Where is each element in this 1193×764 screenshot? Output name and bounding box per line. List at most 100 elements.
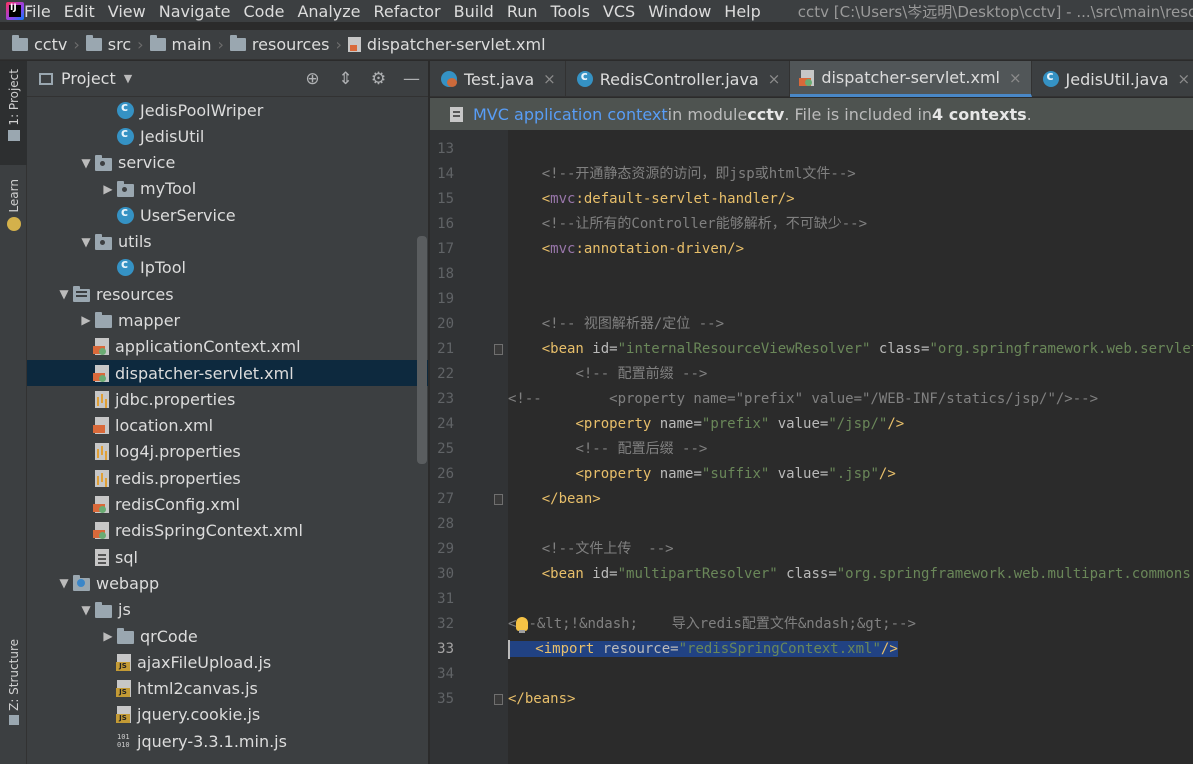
tree-item[interactable]: ▼ utils xyxy=(27,229,428,255)
collapse-arrow-icon[interactable]: ▶ xyxy=(99,182,117,196)
tool-tab-learn[interactable]: Learn xyxy=(0,173,27,237)
tree-item[interactable]: ▼ service xyxy=(27,150,428,176)
tree-item[interactable]: ▼ js xyxy=(27,597,428,623)
close-tab-icon[interactable]: × xyxy=(1009,69,1022,87)
editor-tab[interactable]: JedisUtil.java × xyxy=(1032,61,1193,97)
tree-item[interactable]: redis.properties xyxy=(27,465,428,491)
fold-marker-icon[interactable] xyxy=(494,694,503,705)
expand-arrow-icon[interactable]: ▼ xyxy=(77,603,95,617)
tree-item[interactable]: ▶ myTool xyxy=(27,176,428,202)
code-line: 33 <import resource="redisSpringContext.… xyxy=(430,637,1193,662)
menu-help[interactable]: Help xyxy=(724,2,760,21)
editor-tab[interactable]: RedisController.java × xyxy=(566,61,791,97)
close-tab-icon[interactable]: × xyxy=(543,70,556,88)
line-number: 27 xyxy=(437,491,454,507)
tree-item[interactable]: IpTool xyxy=(27,255,428,281)
project-tree-scrollbar[interactable] xyxy=(417,236,427,464)
expand-arrow-icon[interactable]: ▼ xyxy=(55,287,73,301)
menu-edit[interactable]: Edit xyxy=(64,2,95,21)
expand-arrow-icon[interactable]: ▼ xyxy=(77,156,95,170)
collapse-icon[interactable]: ⇕ xyxy=(329,69,362,89)
fold-marker-icon[interactable] xyxy=(494,344,503,355)
intention-bulb-icon[interactable] xyxy=(516,617,529,633)
expand-arrow-icon[interactable]: ▼ xyxy=(55,576,73,590)
code-line: 31 xyxy=(430,587,1193,612)
mvc-context-link[interactable]: MVC application context xyxy=(473,105,668,124)
line-number: 17 xyxy=(437,241,454,257)
collapse-arrow-icon[interactable]: ▶ xyxy=(99,629,117,643)
tree-item-label: IpTool xyxy=(140,258,186,278)
folder-icon xyxy=(95,601,112,618)
tree-item[interactable]: jquery.cookie.js xyxy=(27,702,428,728)
properties-icon xyxy=(95,469,109,487)
line-number: 26 xyxy=(437,466,454,482)
menu-window[interactable]: Window xyxy=(648,2,711,21)
breadcrumb-item-main[interactable]: main xyxy=(149,35,212,54)
tree-item[interactable]: location.xml xyxy=(27,413,428,439)
menu-code[interactable]: Code xyxy=(244,2,285,21)
collapse-arrow-icon[interactable]: ▶ xyxy=(77,313,95,327)
banner-context-count[interactable]: 4 contexts xyxy=(932,105,1027,124)
gear-icon[interactable]: ⚙ xyxy=(362,69,395,89)
web-folder-icon xyxy=(73,575,90,592)
menu-analyze[interactable]: Analyze xyxy=(297,2,360,21)
tree-item-label: ajaxFileUpload.js xyxy=(137,652,272,672)
tree-item-label: log4j.properties xyxy=(115,442,241,462)
breadcrumb-item-project[interactable]: cctv xyxy=(12,35,67,54)
tree-item-label: service xyxy=(118,153,176,173)
breadcrumb-separator: › xyxy=(217,35,224,54)
tree-item[interactable]: ▶ qrCode xyxy=(27,623,428,649)
menu-file[interactable]: File xyxy=(24,2,51,21)
tree-item[interactable]: ajaxFileUpload.js xyxy=(27,649,428,675)
project-panel-title[interactable]: Project xyxy=(61,69,116,88)
tree-item[interactable]: html2canvas.js xyxy=(27,676,428,702)
tree-item[interactable]: ▶ mapper xyxy=(27,307,428,333)
tree-item[interactable]: dispatcher-servlet.xml xyxy=(27,360,428,386)
tree-item[interactable]: JedisPoolWriper xyxy=(27,97,428,123)
chevron-down-icon[interactable]: ▼ xyxy=(124,72,132,85)
minimize-icon[interactable]: — xyxy=(395,69,428,89)
code-line: 25 <!-- 配置后缀 --> xyxy=(430,437,1193,462)
breadcrumb-item-file[interactable]: dispatcher-servlet.xml xyxy=(347,35,546,54)
editor-tabs: Test.java×RedisController.java×dispatche… xyxy=(430,61,1193,97)
code-editor[interactable]: 13 14 <!--开通静态资源的访问，即jsp或html文件--> 15 <mvc… xyxy=(430,130,1193,764)
tree-item[interactable]: ▼ resources xyxy=(27,281,428,307)
breadcrumb-item-src[interactable]: src xyxy=(85,35,131,54)
code-text: <bean id="multipartResolver" class="org.… xyxy=(541,566,1193,582)
tree-item[interactable]: redisConfig.xml xyxy=(27,492,428,518)
close-tab-icon[interactable]: × xyxy=(768,70,781,88)
line-number: 30 xyxy=(437,566,454,582)
expand-arrow-icon[interactable]: ▼ xyxy=(77,235,95,249)
menu-tools[interactable]: Tools xyxy=(551,2,590,21)
tree-item[interactable]: JedisUtil xyxy=(27,123,428,149)
code-text: <mvc:annotation-driven/> xyxy=(541,241,745,257)
tree-item[interactable]: redisSpringContext.xml xyxy=(27,518,428,544)
menu-build[interactable]: Build xyxy=(454,2,494,21)
tree-item[interactable]: sql xyxy=(27,544,428,570)
code-line: 34 xyxy=(430,662,1193,687)
context-banner: MVC application context in module cctv .… xyxy=(430,98,1193,130)
tree-item[interactable]: jdbc.properties xyxy=(27,386,428,412)
breadcrumb-item-resources[interactable]: resources xyxy=(229,35,329,54)
java-class-icon xyxy=(117,257,134,277)
close-tab-icon[interactable]: × xyxy=(1178,70,1191,88)
folder-icon xyxy=(85,35,102,51)
tree-item[interactable]: log4j.properties xyxy=(27,439,428,465)
menu-navigate[interactable]: Navigate xyxy=(159,2,231,21)
menu-run[interactable]: Run xyxy=(507,2,538,21)
code-line: 13 xyxy=(430,137,1193,162)
tree-item[interactable]: ▼ webapp xyxy=(27,570,428,596)
menu-refactor[interactable]: Refactor xyxy=(374,2,441,21)
target-icon[interactable]: ⊕ xyxy=(296,69,329,89)
tool-tab-structure[interactable]: Z: Structure xyxy=(0,635,27,735)
menu-view[interactable]: View xyxy=(108,2,146,21)
editor-tab[interactable]: Test.java × xyxy=(430,61,566,97)
tree-item[interactable]: jquery-3.3.1.min.js xyxy=(27,728,428,754)
fold-marker-icon[interactable] xyxy=(494,494,503,505)
editor-tab[interactable]: dispatcher-servlet.xml × xyxy=(790,61,1032,97)
tree-item[interactable]: UserService xyxy=(27,202,428,228)
menu-vcs[interactable]: VCS xyxy=(603,2,635,21)
tool-tab-project[interactable]: 1: Project xyxy=(0,61,27,165)
line-number: 21 xyxy=(437,341,454,357)
tree-item[interactable]: applicationContext.xml xyxy=(27,334,428,360)
